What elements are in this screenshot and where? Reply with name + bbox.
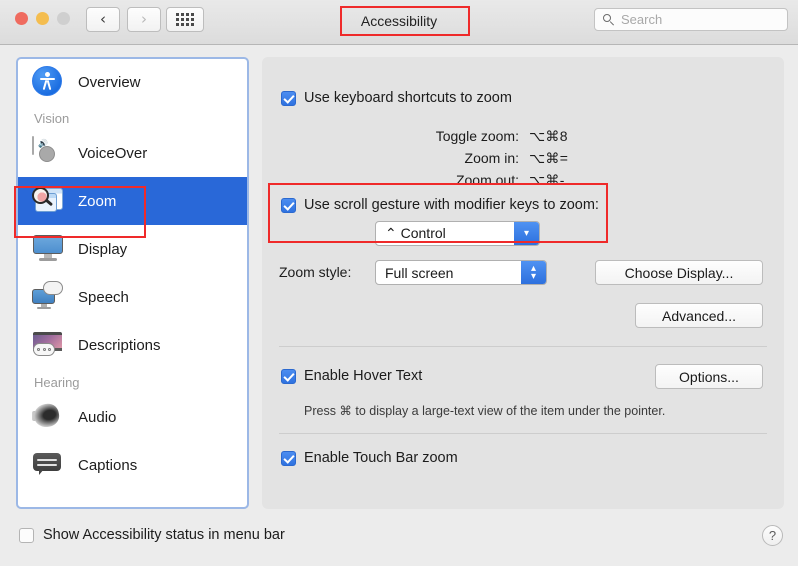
sidebar-item-speech[interactable]: Speech (18, 273, 247, 321)
scroll-gesture-label: Use scroll gesture with modifier keys to… (304, 197, 599, 213)
sidebar-item-voiceover[interactable]: 🔊 VoiceOver (18, 129, 247, 177)
sidebar-item-display[interactable]: Display (18, 225, 247, 273)
sidebar-item-label: Descriptions (78, 336, 161, 354)
accessibility-preferences-window: ‹ › Accessibility Search Overview Vision (0, 0, 798, 566)
zoom-in-key-label: Zoom in: (464, 150, 519, 166)
category-sidebar[interactable]: Overview Vision 🔊 VoiceOver Zoom Display (16, 57, 249, 509)
modifier-key-value: ⌃ Control (385, 225, 446, 241)
section-divider (279, 433, 767, 434)
sidebar-item-audio[interactable]: Audio (18, 393, 247, 441)
zoom-style-popup[interactable]: Full screen ▴ ▾ (375, 260, 547, 285)
show-status-menubar-label: Show Accessibility status in menu bar (43, 527, 285, 543)
checkbox-checked-icon[interactable] (281, 197, 296, 213)
zoom-out-key-label: Zoom out: (455, 172, 519, 188)
help-button[interactable]: ? (762, 525, 783, 546)
sidebar-item-descriptions[interactable]: Descriptions (18, 321, 247, 369)
speaker-icon (31, 401, 64, 433)
keyboard-shortcuts-label: Use keyboard shortcuts to zoom (304, 90, 512, 106)
search-icon (603, 13, 615, 26)
toggle-zoom-key-value: ⌥⌘8 (529, 128, 568, 144)
sidebar-group-hearing: Hearing (34, 375, 80, 390)
chevron-down-icon[interactable]: ▾ (514, 222, 539, 245)
checkbox-checked-icon[interactable] (281, 450, 296, 466)
sidebar-item-zoom[interactable]: Zoom (18, 177, 247, 225)
display-monitor-icon (32, 233, 64, 265)
title-bar: ‹ › Accessibility Search (0, 0, 798, 45)
hover-text-options-button[interactable]: Options... (655, 364, 763, 389)
sidebar-item-label: Speech (78, 288, 129, 306)
voiceover-icon: 🔊 (32, 136, 64, 169)
checkbox-unchecked-icon[interactable] (19, 527, 34, 543)
sidebar-item-label: Audio (78, 408, 117, 426)
sidebar-item-captions[interactable]: Captions (18, 441, 247, 489)
keyboard-shortcuts-checkbox[interactable]: Use keyboard shortcuts to zoom (281, 90, 512, 106)
show-status-menubar-checkbox[interactable]: Show Accessibility status in menu bar (19, 527, 285, 543)
sidebar-group-vision: Vision (34, 111, 70, 126)
sidebar-item-label: Zoom (78, 192, 117, 210)
accessibility-person-icon (32, 66, 64, 98)
captions-icon (32, 449, 64, 481)
hover-text-checkbox[interactable]: Enable Hover Text (281, 368, 422, 384)
checkbox-checked-icon[interactable] (281, 368, 296, 384)
speech-bubble-monitor-icon (32, 281, 64, 313)
advanced-button[interactable]: Advanced... (635, 303, 763, 328)
sidebar-item-label: Display (78, 240, 128, 258)
zoom-magnifier-icon (32, 185, 64, 217)
search-placeholder: Search (621, 12, 663, 27)
toggle-zoom-key-label: Toggle zoom: (435, 128, 519, 144)
sidebar-item-label: VoiceOver (78, 144, 148, 162)
sidebar-item-overview[interactable]: Overview (18, 59, 247, 105)
chevron-up-down-icon[interactable]: ▴ ▾ (521, 261, 546, 284)
section-divider (279, 346, 767, 347)
zoom-style-label: Zoom style: (279, 264, 352, 280)
zoom-style-value: Full screen (385, 264, 454, 281)
shortcuts-list: Toggle zoom: ⌥⌘8 Zoom in: ⌥⌘= Zoom out: … (281, 128, 568, 189)
scroll-gesture-checkbox[interactable]: Use scroll gesture with modifier keys to… (281, 197, 599, 213)
search-input[interactable]: Search (594, 8, 788, 31)
zoom-in-key-value: ⌥⌘= (529, 150, 569, 166)
zoom-out-key-value: ⌥⌘- (529, 172, 565, 188)
zoom-settings-panel: Use keyboard shortcuts to zoom Toggle zo… (262, 57, 784, 509)
choose-display-button[interactable]: Choose Display... (595, 260, 763, 285)
hover-text-hint: Press ⌘ to display a large-text view of … (304, 404, 666, 418)
touch-bar-zoom-label: Enable Touch Bar zoom (304, 450, 458, 466)
hover-text-label: Enable Hover Text (304, 368, 423, 384)
checkbox-checked-icon[interactable] (281, 90, 296, 106)
touch-bar-zoom-checkbox[interactable]: Enable Touch Bar zoom (281, 450, 458, 466)
descriptions-icon (32, 329, 64, 361)
sidebar-item-label: Captions (78, 456, 138, 474)
sidebar-item-label: Overview (78, 73, 141, 91)
modifier-key-popup[interactable]: ⌃ Control ▾ (375, 221, 540, 246)
